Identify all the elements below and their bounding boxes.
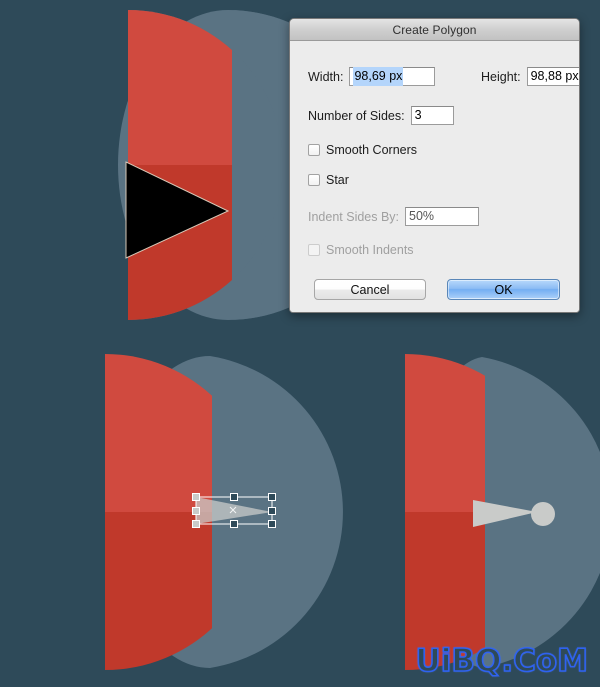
sphere-br-side [415,357,600,668]
dialog-titlebar[interactable]: Create Polygon [290,19,579,41]
width-row: Width: 98,69 px [308,67,436,86]
node-handle-circle[interactable] [531,502,555,526]
create-polygon-dialog: Create Polygon Width: 98,69 px Height: 9… [289,18,580,313]
app-canvas: Create Polygon Width: 98,69 px Height: 9… [0,0,600,687]
sphere-upper-half [128,10,232,165]
checkbox-icon [308,244,320,256]
rotation-center-marker [229,506,237,514]
smooth-corners-label: Smooth Corners [326,143,418,157]
sphere-bottom-left [105,354,343,670]
width-label: Width: [308,69,344,84]
height-label: Height: [481,69,521,84]
indent-input[interactable]: 50% [405,207,480,226]
sphere-bl-side [114,356,343,668]
sphere-bottom-right [405,354,600,670]
height-row: Height: 98,88 px [481,67,579,86]
sphere-bl-upper-half [105,354,212,512]
sides-label: Number of Sides: [308,108,405,123]
sides-row: Number of Sides: 3 [308,106,454,125]
dialog-body: Width: 98,69 px Height: 98,88 px Number … [290,41,579,312]
checkbox-icon[interactable] [308,144,320,156]
watermark-text: UiBQ.CoM [415,642,589,680]
sphere-bl-rim-dark [215,360,332,665]
selection-handles[interactable] [192,493,276,528]
sphere-front-lower [128,10,228,320]
cancel-button-label: Cancel [350,282,390,297]
sphere-br-upper-half [405,354,485,512]
star-label: Star [326,173,349,187]
ok-button-label: OK [494,282,513,297]
height-value: 98,88 px [530,69,579,83]
indent-value: 50% [409,209,435,223]
checkbox-icon[interactable] [308,174,320,186]
cancel-button[interactable]: Cancel [314,279,426,300]
sphere-br-rim-dark [488,360,600,665]
width-value: 98,69 px [353,67,404,86]
black-triangle-shape [125,161,230,259]
sphere-lower-half [128,165,232,320]
smooth-indents-checkbox-row: Smooth Indents [308,243,414,257]
gray-triangle-shape [473,500,537,527]
sides-input[interactable]: 3 [410,106,454,125]
smooth-corners-checkbox-row[interactable]: Smooth Corners [308,143,417,157]
star-checkbox-row[interactable]: Star [308,173,349,187]
sphere-inner-shade [128,10,283,320]
sides-value: 3 [414,108,422,122]
width-input[interactable]: 98,69 px [349,67,436,86]
gray-triangle-selected [196,497,272,524]
smooth-indents-label: Smooth Indents [326,243,414,257]
selection-bounds [195,496,273,525]
sphere-front-upper [128,10,228,165]
sphere-bl-lower-half [105,512,212,670]
indent-label: Indent Sides By: [308,209,400,224]
height-input[interactable]: 98,88 px [526,67,579,86]
ok-button[interactable]: OK [447,279,560,300]
indent-row: Indent Sides By: 50% [308,207,480,226]
dialog-title: Create Polygon [392,22,477,37]
